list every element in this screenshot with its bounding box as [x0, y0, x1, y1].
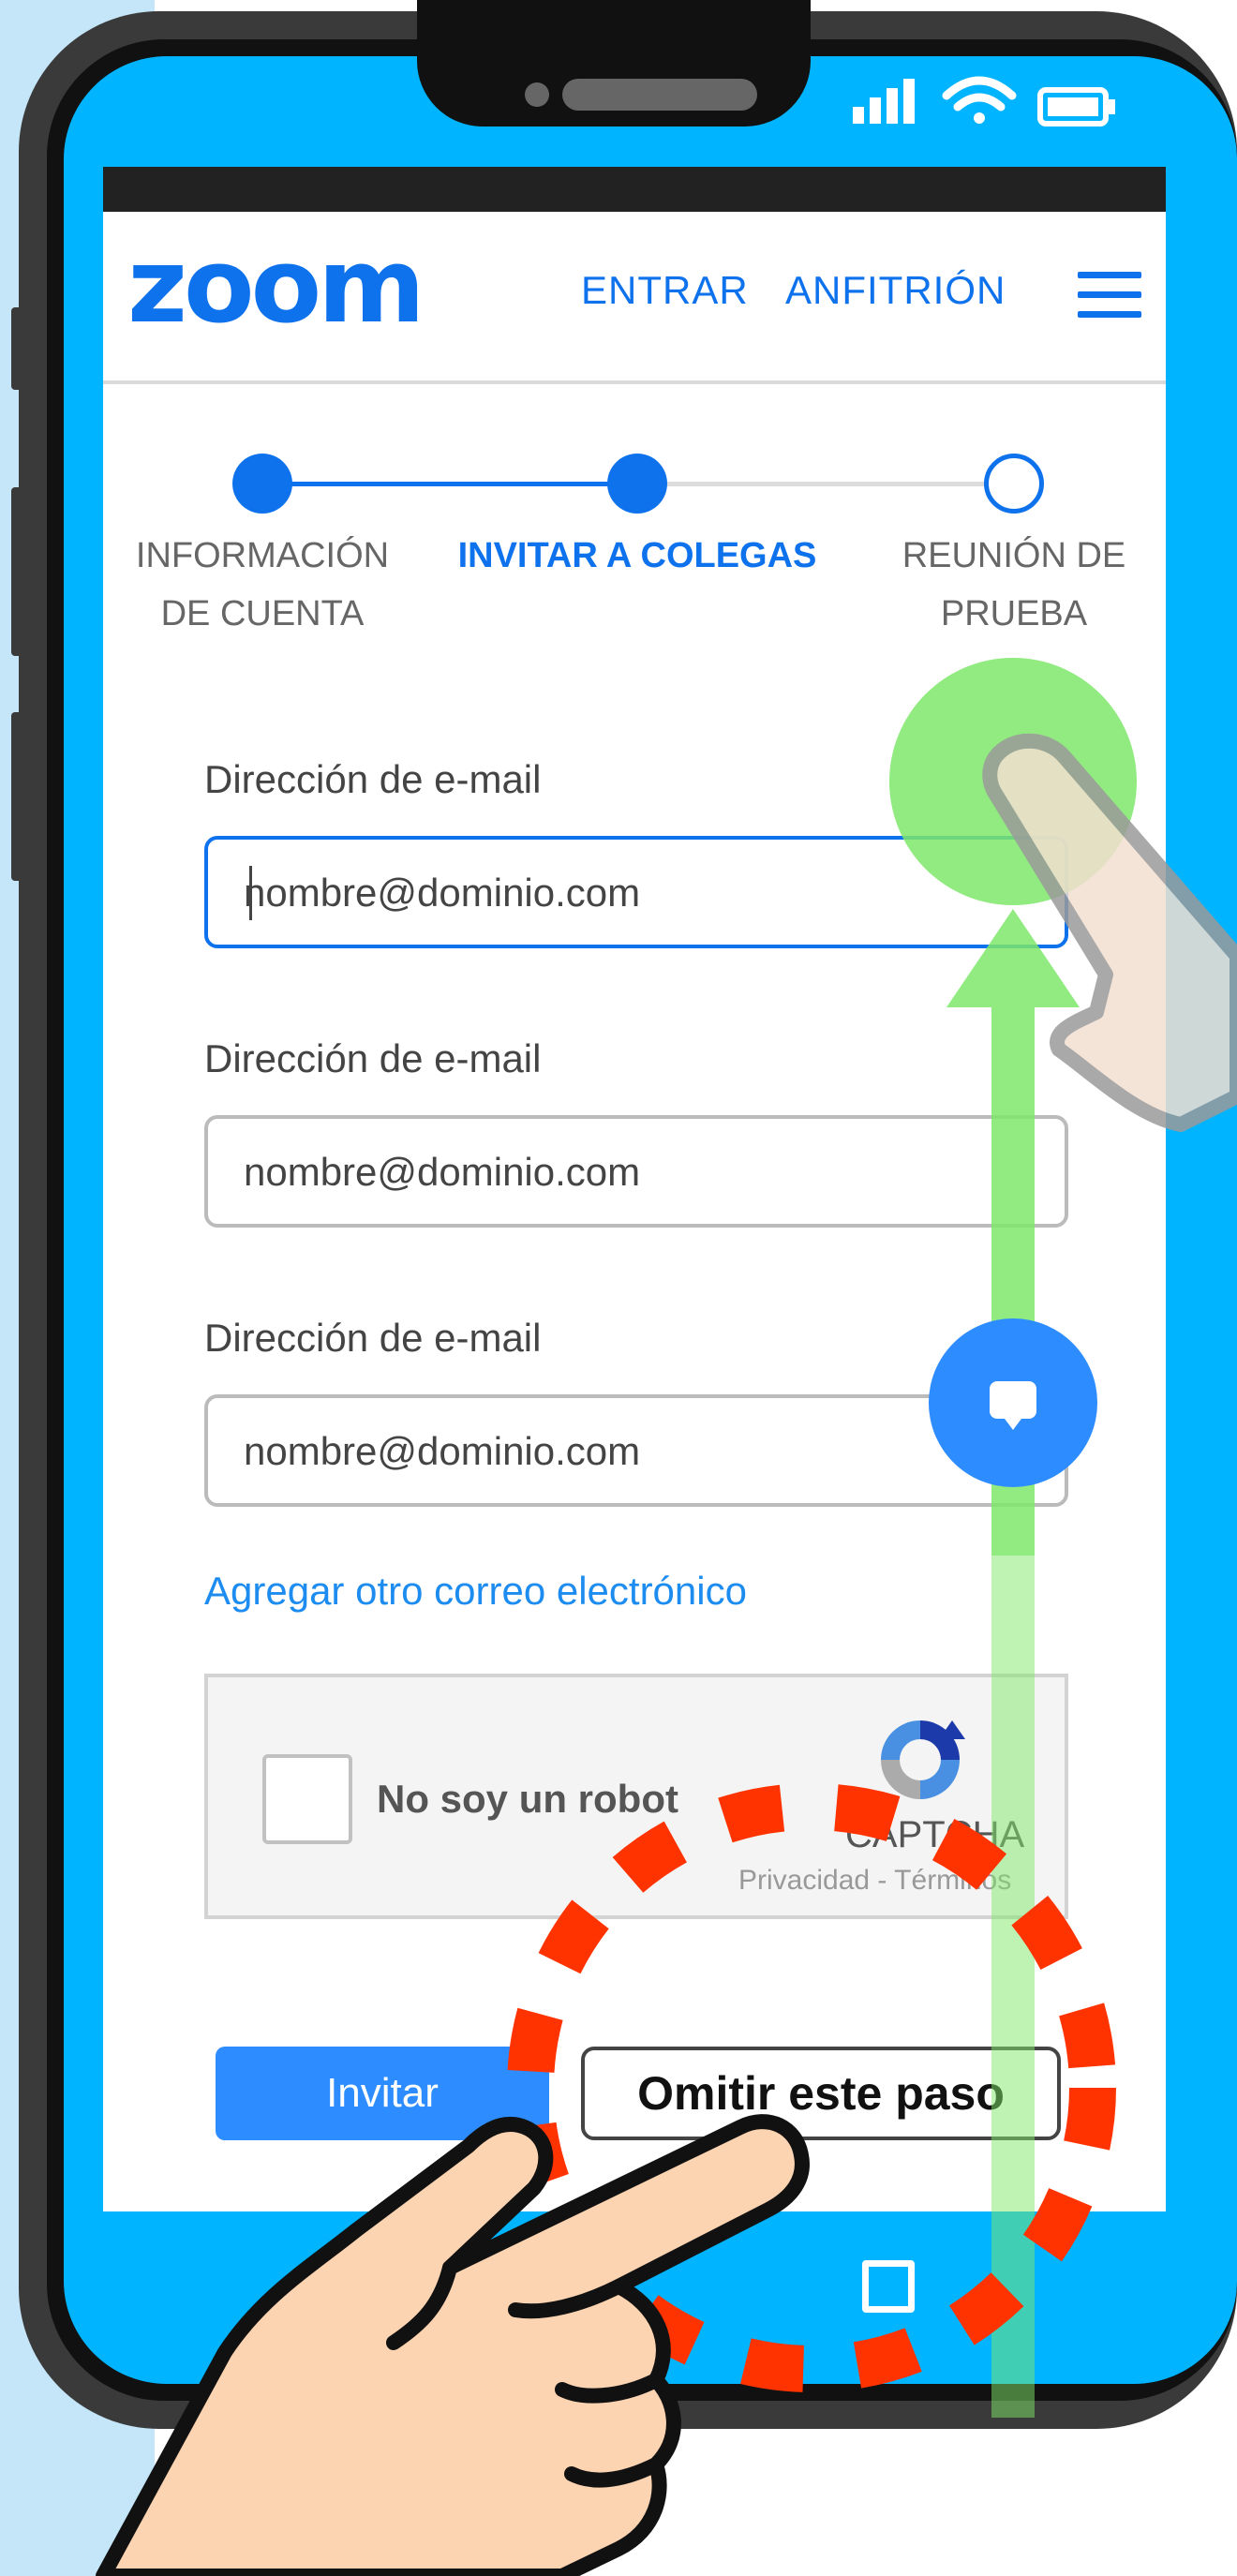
email-field-1[interactable]: [204, 836, 1068, 948]
site-header: zoom ENTRAR ANFITRIÓN: [103, 212, 1166, 384]
nav-sign-in-link[interactable]: ENTRAR: [581, 268, 749, 313]
email-input-2[interactable]: [242, 1119, 1033, 1226]
email-label-2: Dirección de e-mail: [204, 1036, 542, 1080]
recaptcha-widget: No soy un robot CAPTCHA Privacidad - Tér…: [204, 1674, 1068, 1919]
email-field-3[interactable]: [204, 1394, 1068, 1507]
recaptcha-privacy-links[interactable]: Privacidad - Términos: [738, 1865, 1011, 1897]
skip-step-button[interactable]: Omitir este paso: [581, 2047, 1061, 2140]
email-label-1: Dirección de e-mail: [204, 757, 542, 801]
recaptcha-brand: CAPTCHA: [845, 1814, 1025, 1855]
home-square-icon[interactable]: [862, 2260, 915, 2313]
recaptcha-logo-icon: [881, 1720, 965, 1799]
step-2-label: INVITAR A COLEGAS: [457, 536, 817, 575]
nav-host-link[interactable]: ANFITRIÓN: [785, 268, 1006, 313]
invite-button[interactable]: Invitar: [216, 2047, 549, 2140]
zoom-logo[interactable]: zoom: [127, 234, 425, 337]
step-3-label: REUNIÓN DE PRUEBA: [902, 536, 1126, 633]
phone-speaker: [562, 79, 757, 111]
step-2-dot: [607, 454, 667, 514]
front-camera: [525, 82, 549, 107]
email-input-3[interactable]: [242, 1398, 1033, 1505]
recaptcha-label: No soy un robot: [377, 1777, 678, 1821]
add-another-email-link[interactable]: Agregar otro correo electrónico: [204, 1569, 747, 1614]
stepper-progress-line: [262, 482, 637, 486]
zoom-signup-page: zoom ENTRAR ANFITRIÓN INFORMACIÓN DE CUEN…: [103, 167, 1166, 2211]
step-3-dot: [984, 454, 1044, 514]
browser-top-bar: [103, 167, 1166, 212]
email-input-1[interactable]: [242, 840, 1033, 946]
step-1-label: INFORMACIÓN DE CUENTA: [135, 536, 390, 633]
hamburger-menu-icon[interactable]: [1078, 272, 1141, 319]
email-label-3: Dirección de e-mail: [204, 1316, 542, 1360]
step-1-dot: [232, 454, 292, 514]
email-field-2[interactable]: [204, 1115, 1068, 1228]
recaptcha-checkbox[interactable]: [262, 1754, 352, 1844]
stepper-remaining-line: [637, 482, 1012, 486]
